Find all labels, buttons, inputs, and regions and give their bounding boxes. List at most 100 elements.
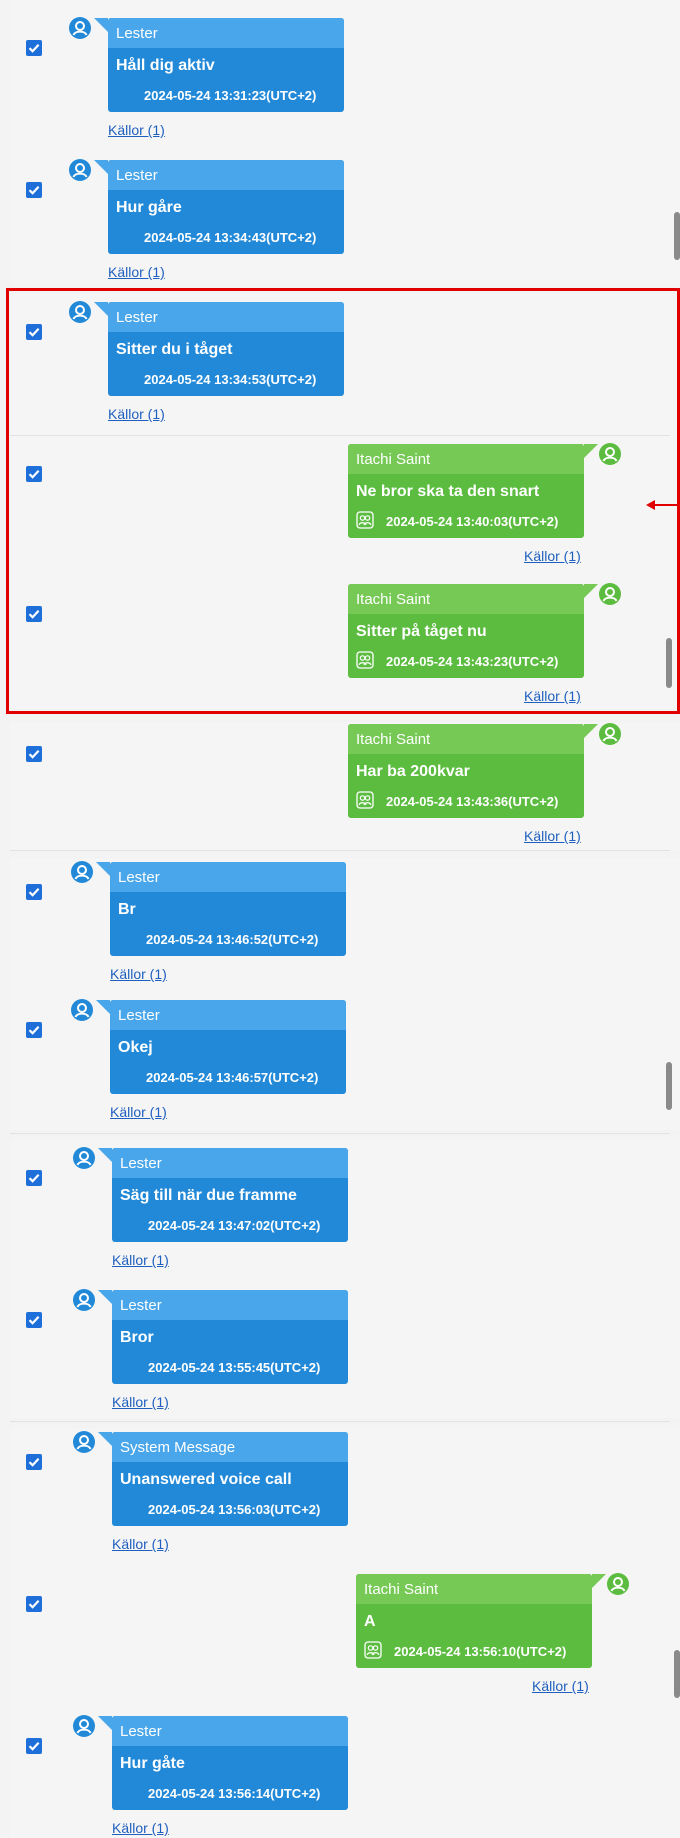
bubble-tail: [96, 1000, 110, 1014]
sources-link[interactable]: Källor (1): [112, 1394, 169, 1410]
bubble-header: Itachi Saint: [348, 724, 584, 754]
sources-link[interactable]: Källor (1): [532, 1678, 589, 1694]
sources-link[interactable]: Källor (1): [524, 828, 581, 844]
incoming-message-bubble[interactable]: Lester Håll dig aktiv 2024-05-24 13:31:23(…: [108, 18, 344, 112]
bubble-header: Lester: [112, 1148, 348, 1178]
message-checkbox[interactable]: [26, 40, 42, 56]
message-timestamp: 2024-05-24 13:46:52(UTC+2): [146, 932, 319, 947]
sender-name: Lester: [116, 167, 158, 184]
outgoing-message-bubble[interactable]: Itachi Saint A 2024-05-24 13:56:10(UTC+2): [356, 1574, 592, 1668]
bubble-header: Lester: [112, 1716, 348, 1746]
scrollbar-thumb[interactable]: [674, 212, 680, 260]
highlight-box: [6, 288, 680, 714]
bubble-header: Lester: [108, 160, 344, 190]
message-timestamp: 2024-05-24 13:47:02(UTC+2): [148, 1218, 321, 1233]
incoming-message-bubble[interactable]: System Message Unanswered voice call 2024-…: [112, 1432, 348, 1526]
user-avatar-icon: [606, 1572, 630, 1596]
bubble-header: Lester: [108, 18, 344, 48]
bubble-tail: [584, 724, 598, 738]
divider: [10, 1421, 670, 1422]
message-timestamp: 2024-05-24 13:56:10(UTC+2): [394, 1644, 567, 1659]
bubble-header: System Message: [112, 1432, 348, 1462]
sender-name: Lester: [120, 1155, 162, 1172]
message-checkbox[interactable]: [26, 1596, 42, 1612]
red-arrow-icon: [646, 498, 680, 517]
bubble-tail: [96, 862, 110, 876]
bubble-header: Itachi Saint: [356, 1574, 592, 1604]
user-avatar-icon: [72, 1288, 96, 1312]
incoming-message-bubble[interactable]: Lester Br 2024-05-24 13:46:52(UTC+2): [110, 862, 346, 956]
message-timestamp: 2024-05-24 13:55:45(UTC+2): [148, 1360, 321, 1375]
sender-name: Lester: [118, 1007, 160, 1024]
message-timestamp: 2024-05-24 13:43:36(UTC+2): [386, 794, 559, 809]
sender-name: System Message: [120, 1439, 236, 1456]
user-avatar-icon: [68, 16, 92, 40]
scrollbar-thumb[interactable]: [674, 1650, 680, 1698]
sources-link[interactable]: Källor (1): [112, 1252, 169, 1268]
sender-name: Lester: [116, 25, 158, 42]
sender-name: Itachi Saint: [356, 731, 431, 748]
sources-link[interactable]: Källor (1): [110, 1104, 167, 1120]
message-text: Okej: [118, 1039, 153, 1056]
user-avatar-icon: [72, 1430, 96, 1454]
bubble-tail: [94, 18, 108, 32]
bubble-header: Lester: [110, 1000, 346, 1030]
sender-name: Lester: [120, 1297, 162, 1314]
sources-link[interactable]: Källor (1): [108, 122, 165, 138]
user-avatar-icon: [70, 860, 94, 884]
bubble-tail: [98, 1148, 112, 1162]
message-text: Unanswered voice call: [120, 1471, 292, 1488]
message-checkbox[interactable]: [26, 1022, 42, 1038]
sources-link[interactable]: Källor (1): [112, 1536, 169, 1552]
message-timestamp: 2024-05-24 13:46:57(UTC+2): [146, 1070, 319, 1085]
user-avatar-icon: [72, 1146, 96, 1170]
incoming-message-bubble[interactable]: Lester Hur gåre 2024-05-24 13:34:43(UTC+2): [108, 160, 344, 254]
incoming-message-bubble[interactable]: Lester Okej 2024-05-24 13:46:57(UTC+2): [110, 1000, 346, 1094]
message-text: Hur gåte: [120, 1755, 185, 1772]
message-text: Säg till när due framme: [120, 1187, 297, 1204]
bubble-tail: [94, 160, 108, 174]
sender-name: Itachi Saint: [364, 1581, 439, 1598]
sources-link[interactable]: Källor (1): [110, 966, 167, 982]
message-text: Hur gåre: [116, 199, 182, 216]
message-checkbox[interactable]: [26, 182, 42, 198]
message-checkbox[interactable]: [26, 746, 42, 762]
incoming-message-bubble[interactable]: Lester Säg till när due framme 2024-05-24 …: [112, 1148, 348, 1242]
bubble-tail: [98, 1432, 112, 1446]
incoming-message-bubble[interactable]: Lester Hur gåte 2024-05-24 13:56:14(UTC+2): [112, 1716, 348, 1810]
outgoing-message-bubble[interactable]: Itachi Saint Har ba 200kvar 2024-05-24 13:…: [348, 724, 584, 818]
message-timestamp: 2024-05-24 13:31:23(UTC+2): [144, 88, 317, 103]
sender-name: Lester: [120, 1723, 162, 1740]
scrollbar-thumb[interactable]: [666, 638, 672, 688]
bubble-header: Lester: [110, 862, 346, 892]
message-text: Håll dig aktiv: [116, 57, 215, 74]
user-avatar-icon: [70, 998, 94, 1022]
bubble-tail: [592, 1574, 606, 1588]
message-timestamp: 2024-05-24 13:34:43(UTC+2): [144, 230, 317, 245]
divider: [10, 850, 670, 851]
incoming-message-bubble[interactable]: Lester Bror 2024-05-24 13:55:45(UTC+2): [112, 1290, 348, 1384]
message-text: Br: [118, 901, 136, 918]
sender-name: Lester: [118, 869, 160, 886]
message-checkbox[interactable]: [26, 1454, 42, 1470]
sources-link[interactable]: Källor (1): [108, 264, 165, 280]
message-checkbox[interactable]: [26, 1170, 42, 1186]
user-avatar-icon: [598, 722, 622, 746]
bubble-header: Lester: [112, 1290, 348, 1320]
scrollbar-thumb[interactable]: [666, 1062, 672, 1110]
contacts-icon: [364, 1641, 382, 1659]
message-text: Har ba 200kvar: [356, 763, 470, 780]
bubble-tail: [98, 1716, 112, 1730]
user-avatar-icon: [72, 1714, 96, 1738]
sources-link[interactable]: Källor (1): [112, 1820, 169, 1836]
message-text: A: [364, 1613, 376, 1630]
message-timestamp: 2024-05-24 13:56:03(UTC+2): [148, 1502, 321, 1517]
user-avatar-icon: [68, 158, 92, 182]
contacts-icon: [356, 791, 374, 809]
divider: [10, 1133, 670, 1134]
message-checkbox[interactable]: [26, 1312, 42, 1328]
message-checkbox[interactable]: [26, 1738, 42, 1754]
message-timestamp: 2024-05-24 13:56:14(UTC+2): [148, 1786, 321, 1801]
bubble-tail: [98, 1290, 112, 1304]
message-checkbox[interactable]: [26, 884, 42, 900]
